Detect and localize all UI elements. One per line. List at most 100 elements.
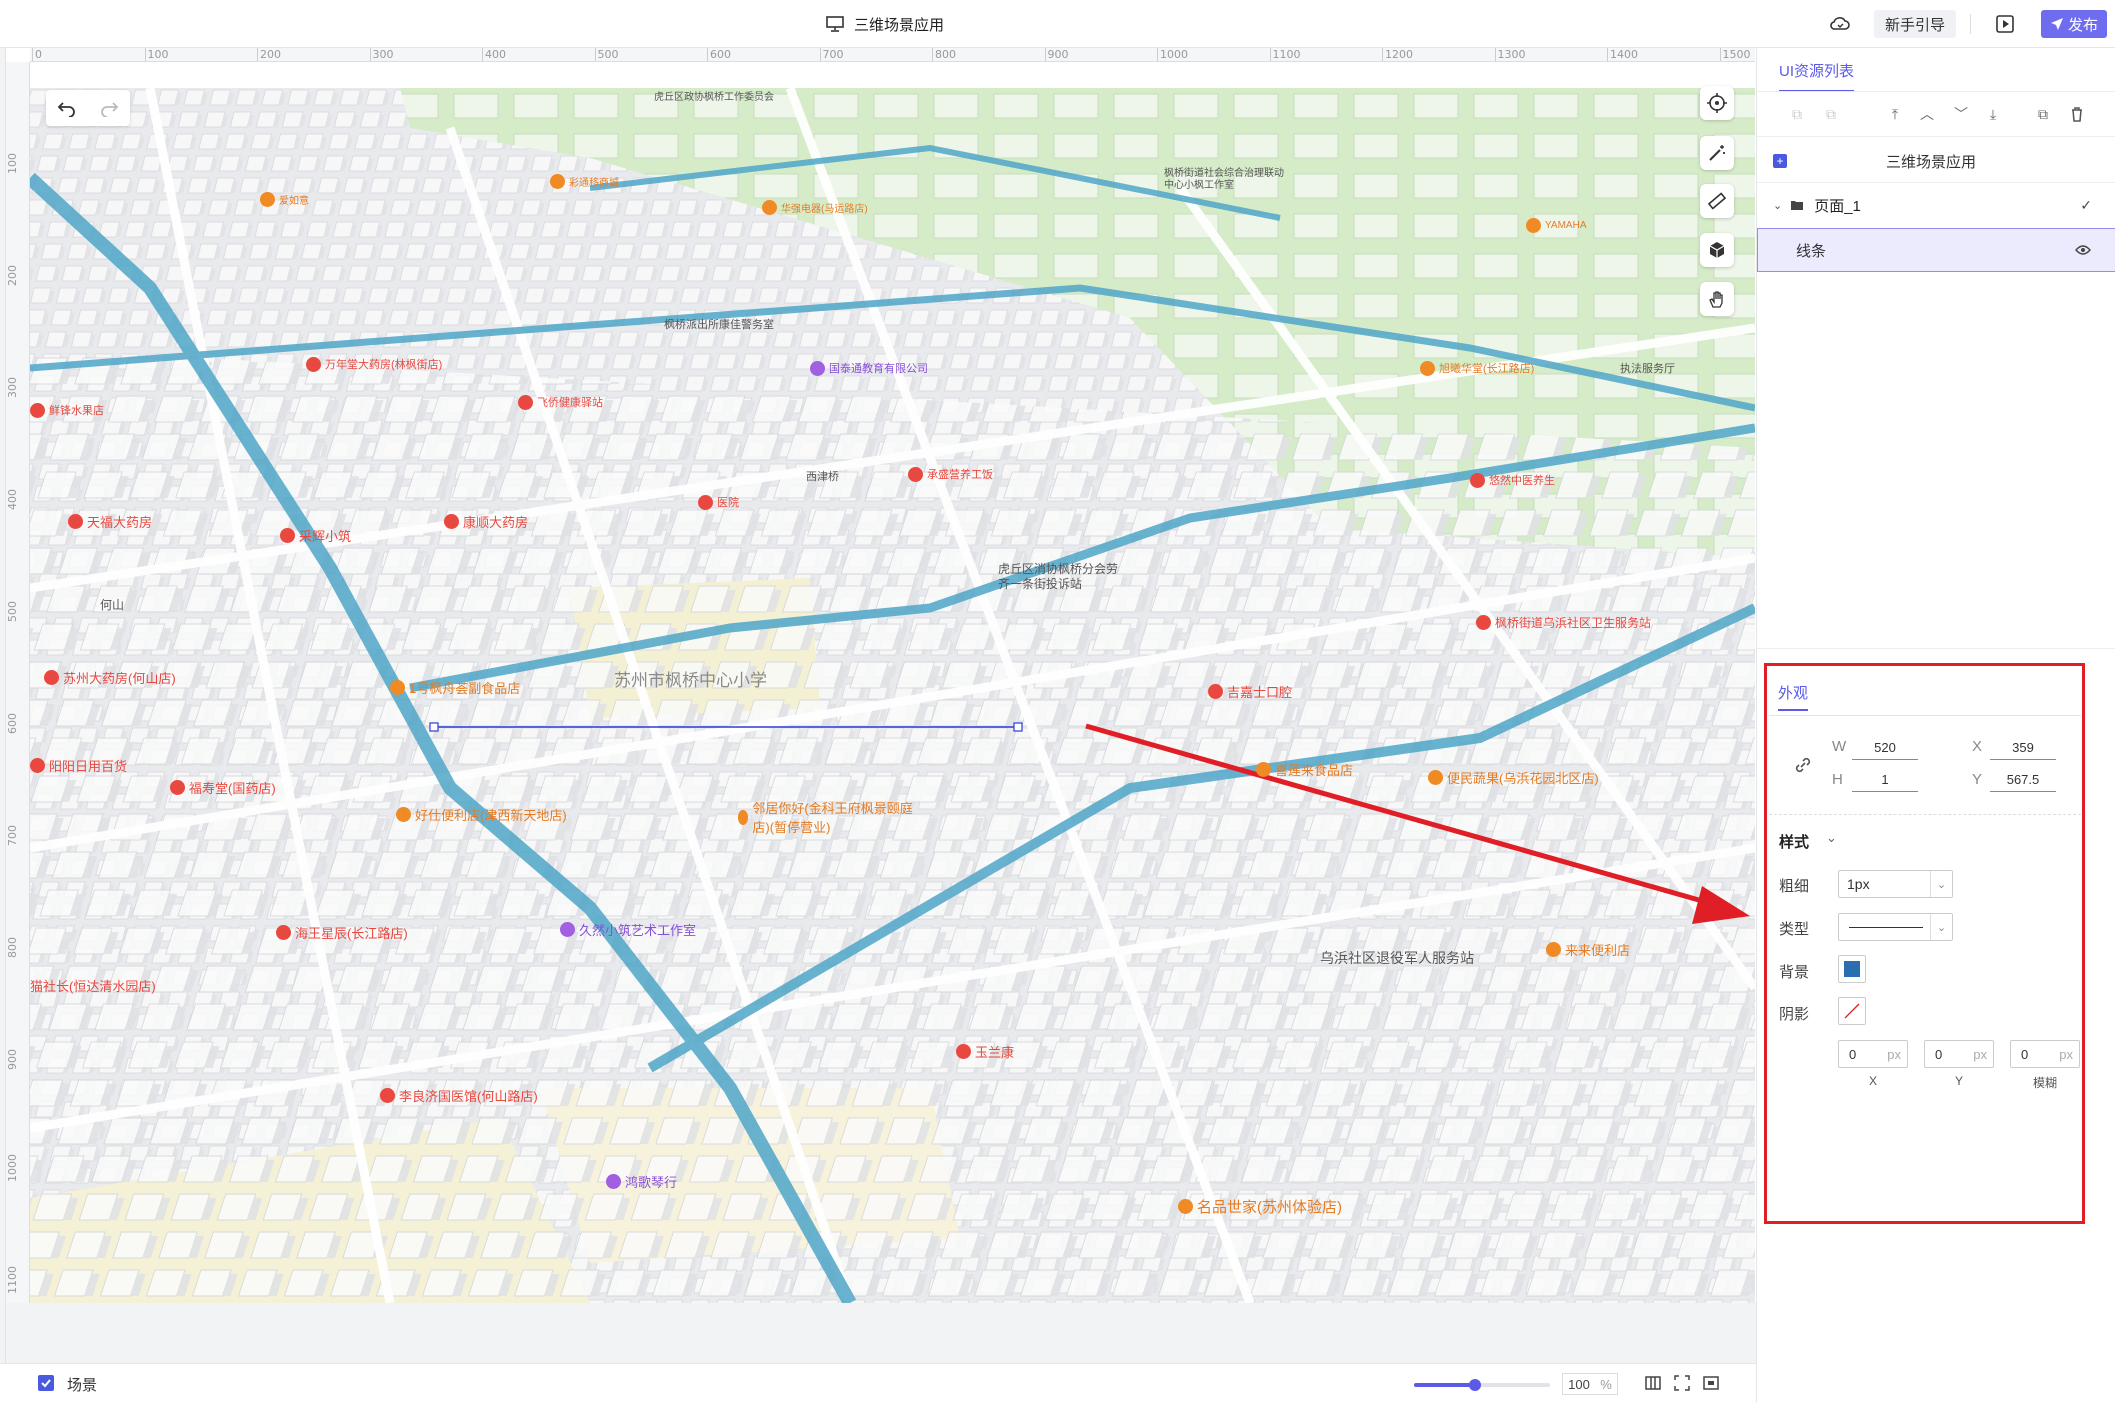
map-poi[interactable]: 玉兰康 <box>956 1042 1014 1061</box>
zoom-slider-thumb[interactable] <box>1469 1379 1482 1391</box>
check-icon[interactable]: ✓ <box>2080 197 2092 214</box>
x-input[interactable] <box>1990 736 2056 760</box>
tree-page-label: 页面_1 <box>1814 197 1861 215</box>
tree-node-page[interactable]: ⌄ 页面_1 ✓ <box>1757 183 2115 227</box>
shadow-blur-value: 0 <box>2021 1046 2029 1062</box>
map-poi[interactable]: 好仕便利店(津西新天地店) <box>396 805 567 824</box>
actual-size-icon[interactable] <box>1703 1375 1719 1391</box>
delete-icon[interactable] <box>2067 104 2087 124</box>
3d-model-tool-button[interactable] <box>1700 233 1734 267</box>
pan-tool-button[interactable] <box>1700 282 1734 316</box>
locate-tool-button[interactable] <box>1700 86 1734 120</box>
undo-icon[interactable] <box>57 99 77 117</box>
map-poi[interactable]: 喜莲来食品店 <box>1256 760 1353 779</box>
measure-tool-button[interactable] <box>1700 184 1734 218</box>
map-poi[interactable]: 华强电器(马运路店) <box>762 200 868 215</box>
fit-width-icon[interactable] <box>1645 1375 1661 1391</box>
map-poi[interactable]: 鸿歌琴行 <box>606 1172 677 1191</box>
map-poi[interactable]: 便民蔬果(乌浜花园北区店) <box>1428 768 1599 787</box>
chevron-down-icon[interactable]: ⌄ <box>1773 199 1782 212</box>
tab-appearance[interactable]: 外观 <box>1778 682 1809 711</box>
crosshair-icon <box>1707 93 1727 113</box>
map-poi[interactable]: 采辉小筑 <box>280 526 351 545</box>
width-input[interactable] <box>1852 736 1918 760</box>
bring-to-front-icon[interactable]: ⤒ <box>1885 104 1905 124</box>
eye-icon[interactable] <box>2075 244 2091 256</box>
map-poi[interactable]: 名品世家(苏州体验店) <box>1178 1196 1342 1217</box>
scene-checkbox[interactable] <box>38 1375 54 1391</box>
map-poi[interactable]: 来来便利店 <box>1546 940 1630 959</box>
map-poi[interactable]: 旭曦华堂(长江路店) <box>1420 360 1534 376</box>
fit-screen-icon[interactable] <box>1674 1375 1690 1391</box>
map-label: 枫桥街道社会综合治理联动中心小枫工作室 <box>1164 168 1284 191</box>
map-poi[interactable]: 久然小筑艺术工作室 <box>560 920 696 939</box>
background-color-swatch[interactable] <box>1838 955 1866 983</box>
play-icon[interactable] <box>1996 15 2014 33</box>
publish-button[interactable]: 发布 <box>2041 10 2107 38</box>
map-poi[interactable]: 承盛营养工饭 <box>908 466 993 482</box>
map-poi[interactable]: 康顺大药房 <box>444 512 528 531</box>
map-poi[interactable]: 国泰通教育有限公司 <box>810 360 928 376</box>
map-poi[interactable]: 1号枫舟荟副食品店 <box>390 678 520 697</box>
map-poi[interactable]: 爱如意 <box>260 192 309 207</box>
map-poi[interactable]: 飞侨健康驿站 <box>518 394 603 410</box>
shadow-y-caption: Y <box>1954 1074 1963 1088</box>
shadow-blur-unit: px <box>2059 1046 2073 1062</box>
ruler-tick: 0 <box>32 48 42 61</box>
map-poi[interactable]: 福寿堂(国药店) <box>170 778 276 797</box>
chevron-down-icon[interactable]: ⌄ <box>1826 830 1837 846</box>
y-input[interactable] <box>1990 768 2056 792</box>
cloud-sync-icon[interactable] <box>1830 15 1850 33</box>
chevron-down-icon: ⌄ <box>1930 871 1952 897</box>
shadow-y-input[interactable]: 0 px <box>1924 1040 1994 1068</box>
shadow-blur-caption: 模糊 <box>2032 1076 2057 1090</box>
redo-icon[interactable] <box>99 99 119 117</box>
map-poi[interactable]: 李良济国医馆(何山路店) <box>380 1086 538 1105</box>
map-poi[interactable]: 枫桥街道乌浜社区卫生服务站 <box>1476 614 1651 631</box>
shadow-x-input[interactable]: 0 px <box>1838 1040 1908 1068</box>
link-icon[interactable] <box>1794 756 1812 774</box>
ruler-tick: 200 <box>6 265 19 286</box>
map-poi[interactable]: 彩通移商城 <box>550 174 619 189</box>
map-poi[interactable]: 苏州大药房(何山店) <box>44 668 176 687</box>
move-up-icon[interactable]: ︿ <box>1917 104 1937 124</box>
copy-icon[interactable]: ⧉ <box>2033 104 2053 124</box>
height-input[interactable] <box>1852 768 1918 792</box>
tree-node-app[interactable]: + 三维场景应用 <box>1757 139 2115 183</box>
map-poi[interactable]: 悠然中医养生 <box>1470 472 1555 488</box>
new-user-guide-button[interactable]: 新手引导 <box>1874 10 1956 38</box>
shadow-color-swatch[interactable] <box>1838 997 1866 1025</box>
send-to-back-icon[interactable]: ⤓ <box>1983 104 2003 124</box>
ungroup-icon[interactable]: ⧉ <box>1821 104 1841 124</box>
map-poi[interactable]: YAMAHA <box>1526 218 1587 233</box>
shadow-x-value: 0 <box>1849 1046 1857 1062</box>
map-poi[interactable]: 万年堂大药房(林枫街店) <box>306 356 442 372</box>
map-poi[interactable]: 阳阳日用百货 <box>30 756 127 775</box>
tree-node-layer-line[interactable]: 线条 <box>1757 228 2115 272</box>
map-poi[interactable]: 天福大药房 <box>68 512 152 531</box>
map-poi[interactable]: 海王星辰(长江路店) <box>276 923 408 942</box>
map-poi[interactable]: 鲜锋水果店 <box>30 402 104 418</box>
zoom-input[interactable]: 100 % <box>1562 1373 1618 1395</box>
panel-tab-divider <box>1757 91 2115 92</box>
vertical-ruler: 100 200 300 400 500 600 700 800 900 1000 1100 <box>6 62 30 1322</box>
thickness-label: 粗细 <box>1779 878 1810 895</box>
map-label: 虎丘区消协枫桥分会劳齐一条街投诉站 <box>998 562 1119 591</box>
shadow-blur-input[interactable]: 0 px <box>2010 1040 2080 1068</box>
map-poi[interactable]: 猫社长(恒达清水园店) <box>30 976 156 995</box>
tab-ui-resource-list[interactable]: UI资源列表 <box>1779 60 1855 92</box>
thickness-select[interactable]: 1px ⌄ <box>1838 870 1953 898</box>
magic-wand-tool-button[interactable] <box>1700 136 1734 170</box>
shadow-x-caption: X <box>1868 1074 1877 1088</box>
map-poi[interactable]: 吉嘉士口腔 <box>1208 682 1292 701</box>
ruler-tick: 100 <box>6 153 19 174</box>
map-canvas[interactable]: 苏州市枫桥中心小学 苏州大药房(何山店) 1号枫舟荟副食品店 阳阳日用百货 福寿… <box>30 88 1755 1303</box>
dashed-divider <box>1769 814 2081 815</box>
move-down-icon[interactable]: ﹀ <box>1951 104 1971 124</box>
map-poi[interactable]: 医院 <box>698 494 739 510</box>
map-poi[interactable]: 邻居你好(金科王府枫景颐庭店)(暂停营业) <box>738 798 918 836</box>
zoom-slider[interactable] <box>1414 1379 1550 1391</box>
line-type-select[interactable]: ⌄ <box>1838 913 1953 941</box>
map-label: 虎丘区政协枫桥工作委员会 <box>654 92 774 103</box>
group-icon[interactable]: ⧉ <box>1787 104 1807 124</box>
